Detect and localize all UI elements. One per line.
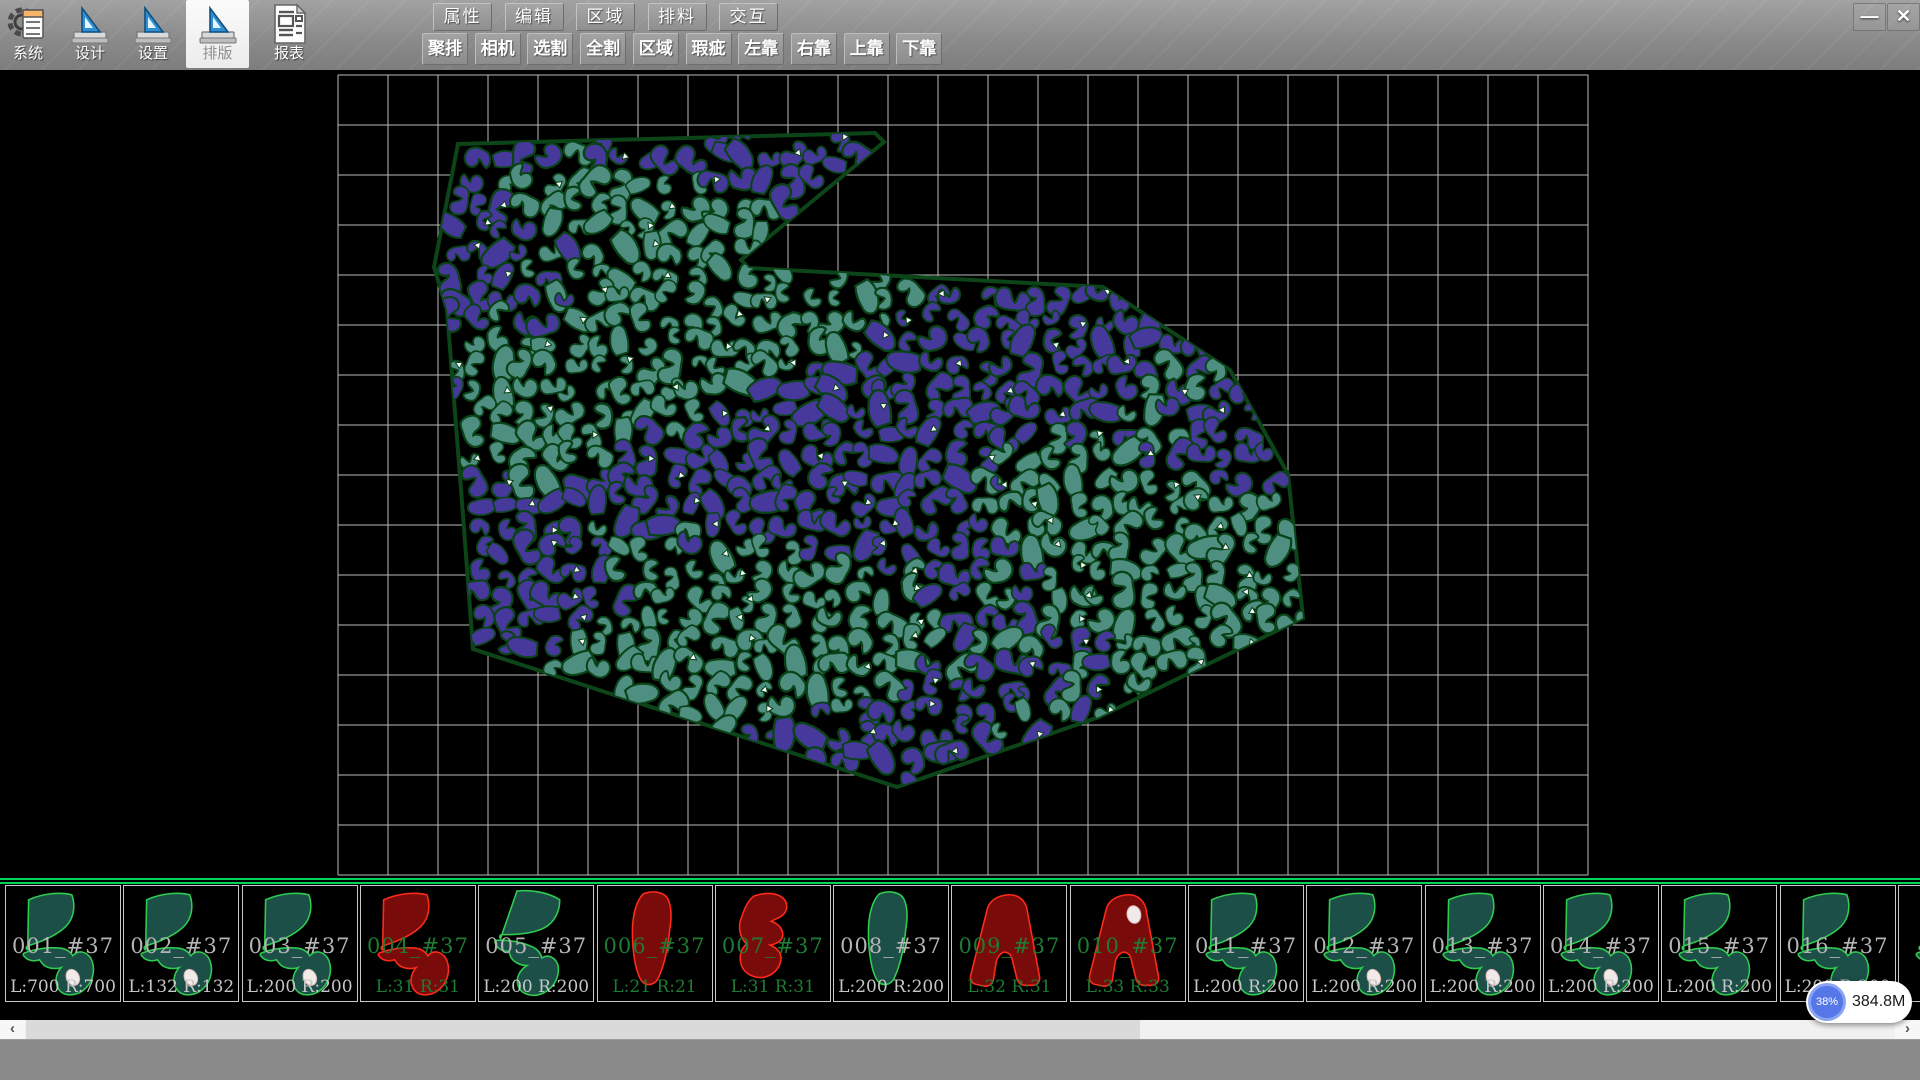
- part-id-label: 015_#37: [1662, 934, 1776, 958]
- part-tile-009_#37[interactable]: 009_#37 L:32 R:31: [951, 885, 1067, 1002]
- part-lr-count: L:200 R:200: [243, 977, 357, 997]
- part-id-label: 008_#37: [834, 934, 948, 958]
- toolbar-button-4[interactable]: 排版: [186, 0, 249, 68]
- menu-2[interactable]: 编辑: [505, 3, 564, 31]
- part-id-label: 003_#37: [243, 934, 357, 958]
- progress-circle: 38%: [1808, 983, 1846, 1021]
- strip-separator-line-2: [0, 882, 1920, 884]
- menu-3[interactable]: 区域: [576, 3, 635, 31]
- part-lr-count: L:31 R:31: [361, 977, 475, 997]
- part-tile-014_#37[interactable]: 014_#37 L:200 R:200: [1543, 885, 1659, 1002]
- titlebar: 系统设计设置排版报表 属性编辑区域排料交互 聚排相机选割全割区域瑕疵左靠右靠上靠…: [0, 0, 1920, 71]
- part-id-label: 006_#37: [598, 934, 712, 958]
- part-tile-004_#37[interactable]: 004_#37 L:31 R:31: [360, 885, 476, 1002]
- toolbar-button-5[interactable]: 报表: [258, 0, 320, 68]
- part-tile-003_#37[interactable]: 003_#37 L:200 R:200: [242, 885, 358, 1002]
- part-tile-006_#37[interactable]: 006_#37 L:21 R:21: [597, 885, 713, 1002]
- toolbar-button-3[interactable]: 设置: [125, 0, 181, 68]
- part-id-label: 005_#37: [479, 934, 593, 958]
- tool-1[interactable]: 聚排: [422, 33, 468, 65]
- part-id-label: 002_#37: [124, 934, 238, 958]
- part-id-label: 016_#37: [1781, 934, 1895, 958]
- status-bar: [0, 1039, 1920, 1080]
- toolbar-button-label: 报表: [258, 46, 320, 61]
- tool-3[interactable]: 选割: [527, 33, 573, 65]
- memory-size-label: 384.8M: [1852, 981, 1905, 1023]
- tool-2[interactable]: 相机: [475, 33, 521, 65]
- tool-4[interactable]: 全割: [580, 33, 626, 65]
- tool-7[interactable]: 左靠: [738, 33, 784, 65]
- part-shape: [1907, 888, 1920, 1001]
- strip-separator-line-1: [0, 878, 1920, 880]
- part-tile-012_#37[interactable]: 012_#37 L:200 R:200: [1306, 885, 1422, 1002]
- part-id-label: 012_#37: [1307, 934, 1421, 958]
- part-lr-count: L:32 R:31: [952, 977, 1066, 997]
- toolbar-button-1[interactable]: 系统: [0, 0, 56, 68]
- part-lr-count: L:200 R:200: [1662, 977, 1776, 997]
- minimize-button[interactable]: —: [1853, 3, 1886, 31]
- part-lr-count: L:200 R:200: [479, 977, 593, 997]
- nesting-canvas[interactable]: [0, 70, 1920, 878]
- nesting-setsquare-icon: [196, 2, 240, 46]
- part-tile-008_#37[interactable]: 008_#37 L:200 R:200: [833, 885, 949, 1002]
- menu-1[interactable]: 属性: [433, 3, 492, 31]
- part-lr-count: L:200 R:200: [1426, 977, 1540, 997]
- part-lr-count: L:132 R:132: [124, 977, 238, 997]
- part-lr-count: L:200 R:200: [834, 977, 948, 997]
- toolbar-button-label: 设置: [125, 46, 181, 61]
- tool-8[interactable]: 右靠: [791, 33, 837, 65]
- design-setsquare-icon: [68, 2, 112, 46]
- toolbar-button-2[interactable]: 设计: [62, 0, 118, 68]
- scroll-left-arrow-icon[interactable]: ‹: [0, 1020, 25, 1039]
- part-tile-013_#37[interactable]: 013_#37 L:200 R:200: [1425, 885, 1541, 1002]
- scrollbar-thumb[interactable]: [26, 1020, 1140, 1039]
- part-id-label: 007_#37: [716, 934, 830, 958]
- part-tile-001_#37[interactable]: 001_#37 L:700 R:700: [5, 885, 121, 1002]
- part-lr-count: L:200 R:200: [1189, 977, 1303, 997]
- nesting-canvas-svg: [0, 70, 1920, 878]
- tool-10[interactable]: 下靠: [896, 33, 942, 65]
- part-id-label: 010_#37: [1071, 934, 1185, 958]
- part-id-label: 014_#37: [1544, 934, 1658, 958]
- toolbar-button-label: 设计: [62, 46, 118, 61]
- part-id-label: 011_#37: [1189, 934, 1303, 958]
- part-tile-011_#37[interactable]: 011_#37 L:200 R:200: [1188, 885, 1304, 1002]
- part-tile-007_#37[interactable]: 007_#37 L:31 R:31: [715, 885, 831, 1002]
- tool-6[interactable]: 瑕疵: [686, 33, 732, 65]
- part-lr-count: L:200 R:200: [1544, 977, 1658, 997]
- memory-badge[interactable]: 38% 384.8M: [1806, 981, 1912, 1023]
- part-id-label: 001_#37: [6, 934, 120, 958]
- tool-5[interactable]: 区域: [633, 33, 679, 65]
- tool-9[interactable]: 上靠: [844, 33, 890, 65]
- menu-4[interactable]: 排料: [648, 3, 707, 31]
- menu-5[interactable]: 交互: [719, 3, 778, 31]
- report-document-icon: [267, 2, 311, 46]
- application-window: { "titlebar": { "window_controls": { "mi…: [0, 0, 1920, 1080]
- part-tile-002_#37[interactable]: 002_#37 L:132 R:132: [123, 885, 239, 1002]
- close-button[interactable]: ✕: [1887, 3, 1920, 31]
- part-id-label: 004_#37: [361, 934, 475, 958]
- part-id-label: 009_#37: [952, 934, 1066, 958]
- toolbar-button-label: 排版: [186, 46, 249, 61]
- part-lr-count: L:700 R:700: [6, 977, 120, 997]
- part-tile-015_#37[interactable]: 015_#37 L:200 R:200: [1661, 885, 1777, 1002]
- part-lr-count: L:21 R:21: [598, 977, 712, 997]
- parts-strip: 001_#37 L:700 R:700002_#37 L:132 R:132003_…: [0, 878, 1920, 1020]
- part-lr-count: L:31 R:31: [716, 977, 830, 997]
- part-tile-005_#37[interactable]: 005_#37 L:200 R:200: [478, 885, 594, 1002]
- part-lr-count: L:200 R:200: [1307, 977, 1421, 997]
- toolbar-button-label: 系统: [0, 46, 56, 61]
- system-gear-icon: [6, 2, 50, 46]
- part-id-label: 013_#37: [1426, 934, 1540, 958]
- part-tile-010_#37[interactable]: 010_#37 L:33 R:33: [1070, 885, 1186, 1002]
- part-lr-count: L:33 R:33: [1071, 977, 1185, 997]
- horizontal-scrollbar[interactable]: ‹ ›: [0, 1020, 1920, 1039]
- settings-setsquare-icon: [131, 2, 175, 46]
